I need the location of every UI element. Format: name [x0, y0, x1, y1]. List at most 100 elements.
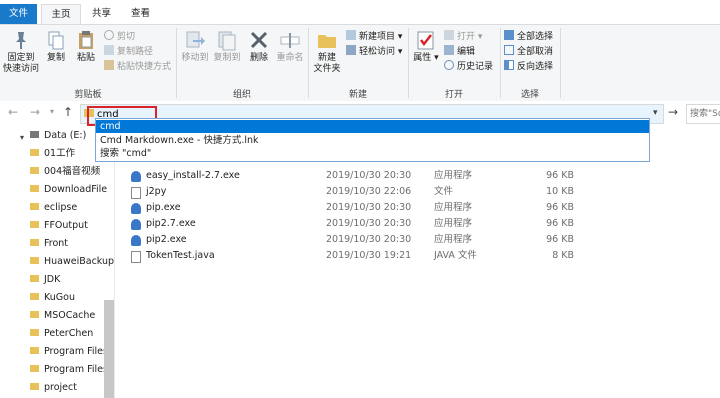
edit-icon — [444, 45, 454, 55]
tab-file[interactable]: 文件 — [0, 4, 37, 24]
pin-icon — [16, 32, 26, 49]
chevron-down-icon[interactable]: ▾ — [653, 108, 658, 118]
folder-icon — [30, 365, 39, 372]
sidebar-scrollbar[interactable] — [104, 300, 114, 398]
edit-button[interactable]: 编辑 — [444, 45, 475, 59]
folder-label: KuGou — [44, 292, 75, 303]
chevron-down-icon[interactable]: ▾ — [20, 133, 24, 142]
select-none-button[interactable]: 全部取消 — [504, 45, 553, 59]
new-item-button[interactable]: 新建项目 ▾ — [346, 30, 402, 44]
sidebar-folder[interactable]: Program Files — [30, 344, 108, 360]
sidebar-item-drive[interactable]: Data (E:) — [30, 128, 86, 144]
ribbon: 固定到 快速访问 复制 粘贴 剪切 复制路径 粘贴快捷方式 剪贴板 移动到 复制… — [0, 24, 720, 102]
folder-label: 01工作 — [44, 148, 76, 159]
paste-shortcut-label: 粘贴快捷方式 — [117, 62, 172, 72]
go-arrow-icon[interactable]: → — [668, 105, 678, 119]
file-size: 8 KB — [552, 250, 574, 261]
sidebar-folder[interactable]: Front — [30, 236, 68, 252]
file-name: pip2.7.exe — [146, 218, 196, 229]
sidebar-folder[interactable]: DownloadFile — [30, 182, 107, 198]
file-size: 96 KB — [546, 218, 574, 229]
file-date: 2019/10/30 20:30 — [326, 202, 412, 213]
suggestion-item[interactable]: Cmd Markdown.exe - 快捷方式.lnk — [96, 134, 649, 147]
sidebar-folder[interactable]: KuGou — [30, 290, 75, 306]
folder-icon — [30, 311, 39, 318]
properties-button[interactable]: 属性 ▾ — [412, 29, 440, 64]
folder-icon — [30, 167, 39, 174]
folder-label: Front — [44, 238, 69, 249]
scissors-icon — [104, 30, 114, 40]
ribbon-separator — [560, 28, 561, 98]
exe-icon — [131, 219, 141, 230]
sidebar-folder[interactable]: 01工作 — [30, 146, 75, 162]
navigation-pane: ▾ Data (E:) 01工作 004福音视频 DownloadFile ec… — [0, 126, 115, 398]
new-folder-label: 新建 文件夹 — [313, 53, 341, 74]
select-all-icon — [504, 30, 514, 40]
sidebar-folder[interactable]: 004福音视频 — [30, 164, 100, 180]
forward-arrow-icon[interactable]: → — [30, 105, 40, 119]
open-button[interactable]: 打开 ▾ — [444, 30, 482, 44]
delete-x-icon — [250, 31, 268, 49]
delete-button[interactable]: 删除 — [246, 29, 272, 64]
folder-icon — [30, 221, 39, 228]
move-to-label: 移动到 — [181, 53, 209, 63]
easy-access-button[interactable]: 轻松访问 ▾ — [346, 45, 402, 59]
folder-label: Program Files — [44, 364, 108, 375]
sidebar-folder[interactable]: JDK — [30, 272, 60, 288]
suggestion-item[interactable]: cmd — [96, 120, 649, 133]
file-type: 应用程序 — [434, 234, 473, 245]
folder-icon — [30, 203, 39, 210]
sidebar-folder[interactable]: project — [30, 380, 77, 396]
back-arrow-icon[interactable]: ← — [8, 105, 18, 119]
copy-icon — [48, 31, 64, 50]
folder-icon — [30, 185, 39, 192]
new-folder-button[interactable]: 新建 文件夹 — [312, 29, 342, 75]
file-name: easy_install-2.7.exe — [146, 170, 240, 181]
new-folder-icon — [318, 35, 336, 48]
file-date: 2019/10/30 19:21 — [326, 250, 412, 261]
move-to-button[interactable]: 移动到 — [180, 29, 210, 64]
exe-icon — [131, 235, 141, 246]
copy-to-button[interactable]: 复制到 — [212, 29, 242, 64]
folder-icon — [30, 257, 39, 264]
rename-button[interactable]: 重命名 — [274, 29, 306, 64]
paste-button[interactable]: 粘贴 — [72, 29, 100, 64]
invert-selection-button[interactable]: 反向选择 — [504, 60, 553, 74]
sidebar-folder[interactable]: PeterChen — [30, 326, 93, 342]
copy-path-button[interactable]: 复制路径 — [104, 45, 153, 59]
folder-label: Program Files — [44, 346, 108, 357]
drive-label: Data (E:) — [44, 130, 87, 141]
tab-share[interactable]: 共享 — [84, 4, 119, 24]
recent-chevron-icon[interactable]: ▾ — [50, 107, 54, 116]
rename-icon — [280, 33, 300, 48]
paste-shortcut-button[interactable]: 粘贴快捷方式 — [104, 60, 171, 74]
easy-access-label: 轻松访问 — [359, 47, 396, 57]
open-label: 打开 — [457, 32, 476, 42]
tab-view[interactable]: 查看 — [123, 4, 158, 24]
sidebar-folder[interactable]: HuaweiBackup — [30, 254, 114, 270]
sidebar-folder[interactable]: MSOCache — [30, 308, 95, 324]
new-item-label: 新建项目 — [359, 32, 396, 42]
folder-icon — [30, 347, 39, 354]
folder-label: DownloadFile — [44, 184, 108, 195]
folder-icon — [30, 383, 39, 390]
properties-label: 属性 — [413, 53, 432, 63]
tab-home[interactable]: 主页 — [41, 4, 81, 25]
copy-label: 复制 — [46, 53, 65, 63]
cut-button[interactable]: 剪切 — [104, 30, 135, 44]
sidebar-folder[interactable]: FFOutput — [30, 218, 88, 234]
copy-button[interactable]: 复制 — [42, 29, 70, 64]
folder-label: project — [44, 382, 77, 393]
history-button[interactable]: 历史记录 — [444, 60, 493, 74]
search-input[interactable]: 搜索"So — [686, 104, 720, 124]
suggestion-item[interactable]: 搜索 "cmd" — [96, 147, 649, 160]
copy-to-icon — [218, 31, 236, 51]
up-arrow-icon[interactable]: ↑ — [63, 105, 73, 119]
select-all-button[interactable]: 全部选择 — [504, 30, 553, 44]
pin-quick-access-button[interactable]: 固定到 快速访问 — [2, 29, 40, 75]
sidebar-folder[interactable]: eclipse — [30, 200, 77, 216]
file-name: TokenTest.java — [146, 250, 215, 261]
folder-label: MSOCache — [44, 310, 96, 321]
folder-label: FFOutput — [44, 220, 88, 231]
sidebar-folder[interactable]: Program Files — [30, 362, 108, 378]
